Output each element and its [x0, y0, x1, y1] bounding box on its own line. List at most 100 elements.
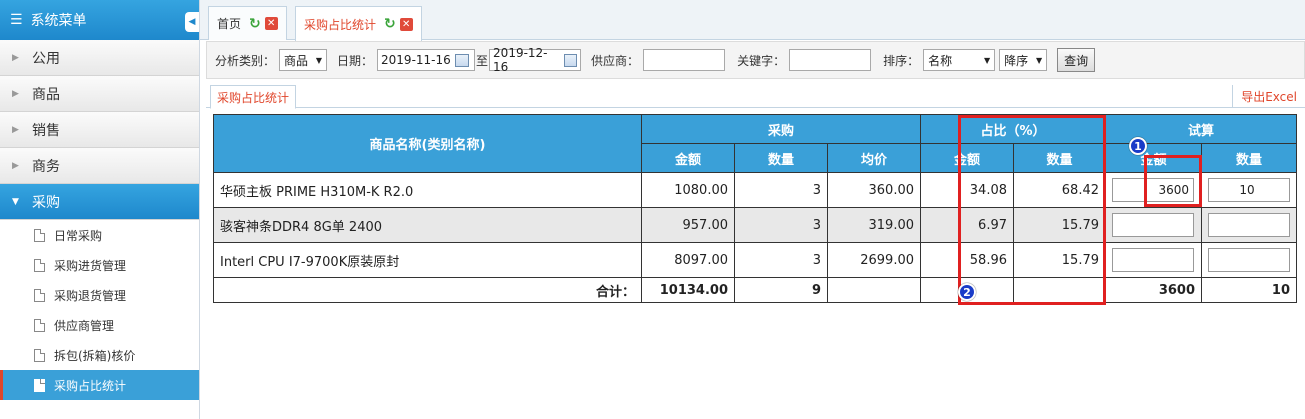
trial-highlight-box: [1144, 155, 1202, 207]
main-panel: 首页 ↻ ✕ 采购占比统计 ↻ ✕ 分析类别： 商品 ▼ 日期： 2019-11-…: [200, 0, 1305, 419]
total-amount: 10134.00: [641, 277, 735, 303]
sub-item-purchase-return[interactable]: 采购退货管理: [0, 280, 199, 310]
sub-item-supplier[interactable]: 供应商管理: [0, 310, 199, 340]
chevron-right-icon: ▶: [12, 52, 19, 63]
supplier-label: 供应商：: [591, 53, 640, 68]
cell-amount: 957.00: [641, 207, 735, 243]
chevron-right-icon: ▶: [12, 124, 19, 135]
cell-avg: 319.00: [827, 207, 921, 243]
chevron-right-icon: ▶: [12, 160, 19, 171]
category-select[interactable]: 商品 ▼: [279, 49, 328, 71]
document-icon: [34, 378, 45, 392]
date-from-value: 2019-11-16: [381, 53, 451, 67]
sidebar: ☰ 系统菜单 ◀ ▶ 公用 ▶ 商品 ▶ 销售 ▶ 商务 ▼ 采购 日常采购 采购进货管理…: [0, 0, 200, 419]
menu-item-business[interactable]: ▶ 商务: [0, 148, 199, 184]
trial-quantity-input[interactable]: [1208, 248, 1290, 272]
cell-trial-quantity: 10: [1201, 172, 1297, 208]
cell-amount: 1080.00: [641, 172, 735, 208]
total-row: 合计： 10134.00 9 3600 10: [213, 277, 1297, 303]
trial-quantity-input[interactable]: [1208, 213, 1290, 237]
tab-label: 采购占比统计: [304, 17, 377, 32]
document-icon: [34, 348, 45, 362]
list-menu-icon: ☰: [10, 12, 23, 28]
close-icon[interactable]: ✕: [264, 17, 278, 30]
category-value: 商品: [284, 53, 309, 68]
sidebar-header: ☰ 系统菜单 ◀: [0, 0, 199, 40]
cell-quantity: 3: [734, 172, 828, 208]
trial-amount-input[interactable]: [1112, 248, 1194, 272]
menu-item-goods[interactable]: ▶ 商品: [0, 76, 199, 112]
cell-amount: 8097.00: [641, 242, 735, 278]
close-icon[interactable]: ✕: [399, 17, 413, 31]
sub-item-label: 采购占比统计: [54, 378, 127, 393]
sort-select[interactable]: 名称 ▼: [923, 49, 996, 71]
sub-item-unpack-price[interactable]: 拆包(拆箱)核价: [0, 340, 199, 370]
header-purchase: 采购: [641, 114, 921, 144]
category-label: 分析类别：: [215, 53, 276, 68]
tab-label: 首页: [217, 17, 242, 31]
trial-amount-input[interactable]: [1112, 213, 1194, 237]
calendar-icon[interactable]: [563, 53, 578, 67]
sub-item-purchase-ratio[interactable]: 采购占比统计: [0, 370, 199, 400]
caret-down-icon: ▼: [315, 55, 323, 65]
date-from-input[interactable]: 2019-11-16: [377, 49, 476, 71]
sub-item-daily-purchase[interactable]: 日常采购: [0, 220, 199, 250]
calendar-icon[interactable]: [454, 53, 469, 67]
total-trial-amount: 3600: [1105, 277, 1202, 303]
total-label: 合计：: [213, 277, 642, 303]
cell-quantity: 3: [734, 242, 828, 278]
total-quantity: 9: [734, 277, 828, 303]
table-row: Interl CPU I7-9700K原装原封 8097.00 3 2699.0…: [213, 242, 1297, 278]
menu-item-label: 销售: [32, 122, 60, 139]
sub-item-label: 采购退货管理: [54, 288, 127, 303]
sort-label: 排序：: [883, 53, 920, 68]
table-row: 华硕主板 PRIME H310M-K R2.0 1080.00 3 360.00…: [213, 172, 1297, 208]
order-value: 降序: [1004, 53, 1029, 68]
sub-item-label: 日常采购: [54, 228, 103, 243]
cell-trial-quantity: [1201, 242, 1297, 278]
order-select[interactable]: 降序 ▼: [999, 49, 1048, 71]
subtab-bar: 采购占比统计 导出Excel: [206, 85, 1305, 109]
date-to-value: 2019-12-16: [493, 46, 548, 74]
table-row: 骇客神条DDR4 8G单 2400 957.00 3 319.00 6.97 1…: [213, 207, 1297, 243]
refresh-icon[interactable]: ↻: [384, 16, 396, 32]
document-icon: [34, 288, 45, 302]
header-quantity: 数量: [734, 143, 828, 173]
tab-home[interactable]: 首页 ↻ ✕: [208, 6, 287, 40]
subtab-purchase-ratio[interactable]: 采购占比统计: [210, 85, 297, 109]
to-label: 至: [476, 53, 489, 68]
menu-item-label: 商务: [32, 158, 60, 175]
tab-purchase-ratio[interactable]: 采购占比统计 ↻ ✕: [295, 6, 422, 41]
trial-quantity-input[interactable]: 10: [1208, 178, 1290, 202]
export-excel-link[interactable]: 导出Excel: [1232, 85, 1305, 108]
cell-avg: 360.00: [827, 172, 921, 208]
sub-item-purchase-in[interactable]: 采购进货管理: [0, 250, 199, 280]
sub-item-label: 采购进货管理: [54, 258, 127, 273]
cell-trial-quantity: [1201, 207, 1297, 243]
cell-name: 骇客神条DDR4 8G单 2400: [213, 207, 642, 243]
keyword-input[interactable]: [789, 49, 872, 71]
sub-item-label: 拆包(拆箱)核价: [54, 348, 136, 363]
total-avg: [827, 277, 921, 303]
sort-value: 名称: [928, 53, 953, 68]
menu-item-sales[interactable]: ▶ 销售: [0, 112, 199, 148]
menu-item-purchase[interactable]: ▼ 采购: [0, 184, 199, 220]
document-icon: [34, 318, 45, 332]
ratio-highlight-box: [958, 115, 1106, 305]
step-badge-2: 2: [958, 283, 976, 301]
refresh-icon[interactable]: ↻: [249, 16, 261, 32]
collapse-sidebar-button[interactable]: ◀: [185, 12, 199, 32]
menu-item-common[interactable]: ▶ 公用: [0, 40, 199, 76]
cell-name: 华硕主板 PRIME H310M-K R2.0: [213, 172, 642, 208]
sidebar-title: 系统菜单: [30, 13, 87, 29]
menu-item-label: 公用: [32, 50, 60, 67]
caret-down-icon: ▼: [983, 55, 991, 65]
supplier-input[interactable]: [643, 49, 726, 71]
sub-item-label: 供应商管理: [54, 318, 115, 333]
date-to-input[interactable]: 2019-12-16: [489, 46, 582, 74]
chevron-down-icon: ▼: [12, 196, 19, 207]
document-icon: [34, 258, 45, 272]
query-button[interactable]: 查询: [1057, 48, 1096, 72]
keyword-label: 关键字：: [737, 53, 786, 68]
cell-trial-amount: [1105, 207, 1202, 243]
